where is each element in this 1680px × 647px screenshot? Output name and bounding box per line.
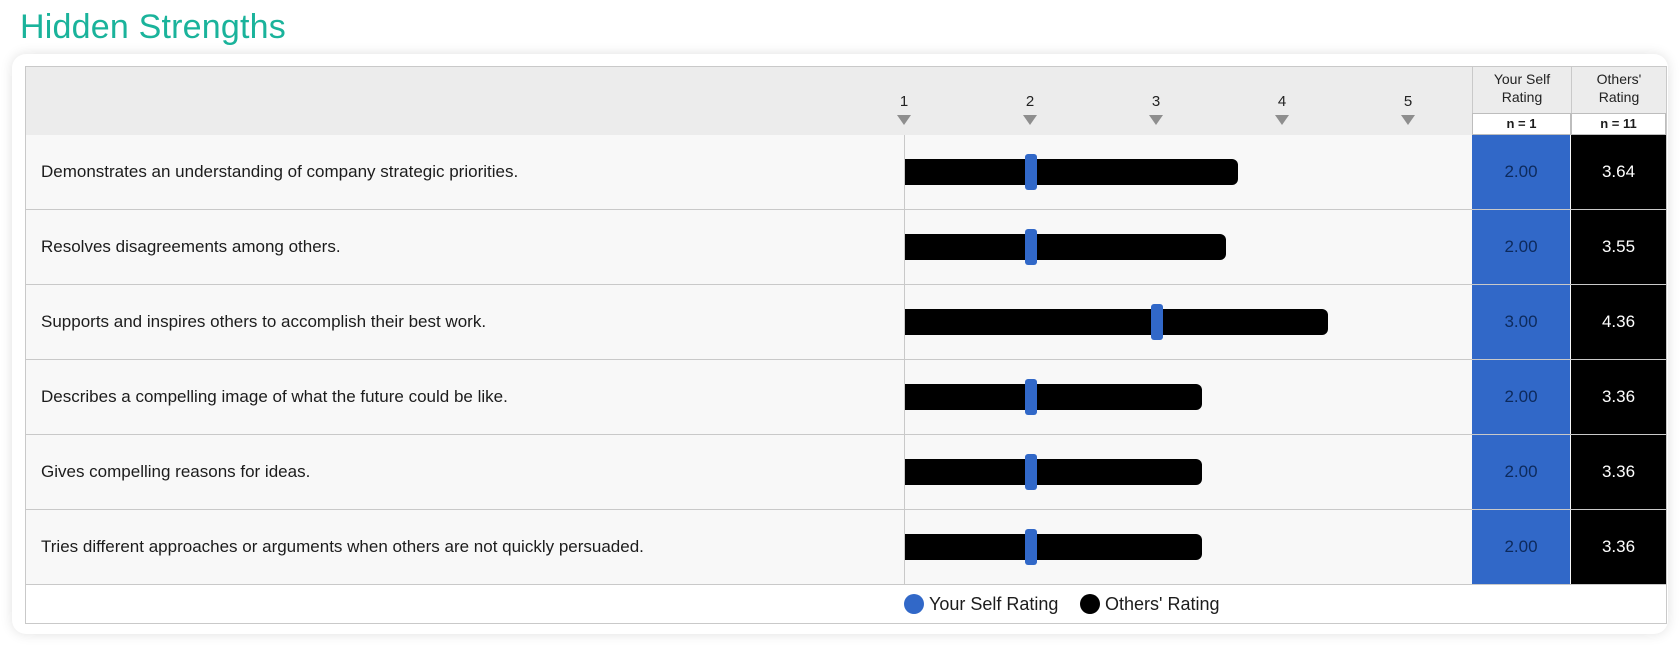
legend-item-self: Your Self Rating [904, 594, 1058, 615]
self-rating-value: 2.00 [1472, 435, 1570, 509]
table-row: Supports and inspires others to accompli… [26, 285, 1666, 360]
rating-report: 1 2 3 4 5 Your Self Rating Others' Rating n … [25, 66, 1667, 624]
row-label: Describes a compelling image of what the… [41, 387, 508, 406]
others-rating-value: 3.36 [1571, 510, 1666, 584]
page-title: Hidden Strengths [20, 8, 286, 46]
row-label: Resolves disagreements among others. [41, 237, 341, 256]
self-rating-dot-icon [904, 594, 924, 614]
others-rating-bar [905, 384, 1203, 410]
scale-arrow-icon [1275, 115, 1289, 125]
table-row: Gives compelling reasons for ideas. 2.00 3… [26, 435, 1666, 510]
chart-legend: Your Self Rating Others' Rating [26, 585, 1666, 623]
others-rating-value: 3.36 [1571, 435, 1666, 509]
scale-tick-2: 2 [1025, 93, 1035, 110]
self-rating-marker [1151, 304, 1163, 340]
row-label: Demonstrates an understanding of company… [41, 162, 519, 181]
others-rating-bar [905, 234, 1227, 260]
legend-label-others: Others' Rating [1105, 594, 1220, 614]
others-rating-bar [905, 159, 1238, 185]
row-chart-area [904, 360, 1498, 434]
scale-tick-4: 4 [1277, 93, 1287, 110]
others-rating-header-line2: Rating [1598, 89, 1640, 105]
others-rating-value: 3.64 [1571, 135, 1666, 209]
others-rating-count: n = 11 [1571, 113, 1666, 135]
self-rating-header: Your Self Rating [1472, 67, 1571, 113]
others-rating-value: 4.36 [1571, 285, 1666, 359]
self-rating-value: 2.00 [1472, 360, 1570, 434]
scale-tick-3: 3 [1151, 93, 1161, 110]
self-rating-marker [1025, 454, 1037, 490]
self-rating-marker [1025, 229, 1037, 265]
self-rating-value: 2.00 [1472, 210, 1570, 284]
row-chart-area [904, 135, 1498, 209]
scale-arrow-icon [1023, 115, 1037, 125]
row-label: Gives compelling reasons for ideas. [41, 462, 311, 481]
row-chart-area [904, 285, 1498, 359]
scale-arrow-icon [897, 115, 911, 125]
scale-tick-1: 1 [899, 93, 909, 110]
others-rating-value: 3.55 [1571, 210, 1666, 284]
others-rating-header: Others' Rating [1571, 67, 1666, 113]
row-label: Supports and inspires others to accompli… [41, 312, 487, 331]
self-rating-count: n = 1 [1472, 113, 1571, 135]
self-rating-value: 2.00 [1472, 510, 1570, 584]
legend-label-self: Your Self Rating [929, 594, 1059, 614]
others-rating-dot-icon [1080, 594, 1100, 614]
others-rating-header-line1: Others' [1596, 71, 1642, 87]
table-header: 1 2 3 4 5 Your Self Rating Others' Rating n … [26, 67, 1666, 136]
legend-item-others: Others' Rating [1080, 594, 1220, 615]
others-rating-value: 3.36 [1571, 360, 1666, 434]
table-row: Describes a compelling image of what the… [26, 360, 1666, 435]
others-rating-bar [905, 534, 1203, 560]
table-row: Resolves disagreements among others. 2.00… [26, 210, 1666, 285]
row-chart-area [904, 210, 1498, 284]
self-rating-value: 2.00 [1472, 135, 1570, 209]
table-row: Tries different approaches or arguments … [26, 510, 1666, 585]
row-label: Tries different approaches or arguments … [41, 537, 644, 556]
scale-arrow-icon [1149, 115, 1163, 125]
scale-tick-5: 5 [1403, 93, 1413, 110]
row-chart-area [904, 435, 1498, 509]
others-rating-bar [905, 309, 1329, 335]
self-rating-value: 3.00 [1472, 285, 1570, 359]
self-rating-marker [1025, 379, 1037, 415]
table-row: Demonstrates an understanding of company… [26, 135, 1666, 210]
self-rating-marker [1025, 529, 1037, 565]
self-rating-header-line2: Rating [1501, 89, 1543, 105]
scale-arrow-icon [1401, 115, 1415, 125]
others-rating-bar [905, 459, 1203, 485]
row-chart-area [904, 510, 1498, 584]
self-rating-marker [1025, 154, 1037, 190]
self-rating-header-line1: Your Self [1493, 71, 1551, 87]
